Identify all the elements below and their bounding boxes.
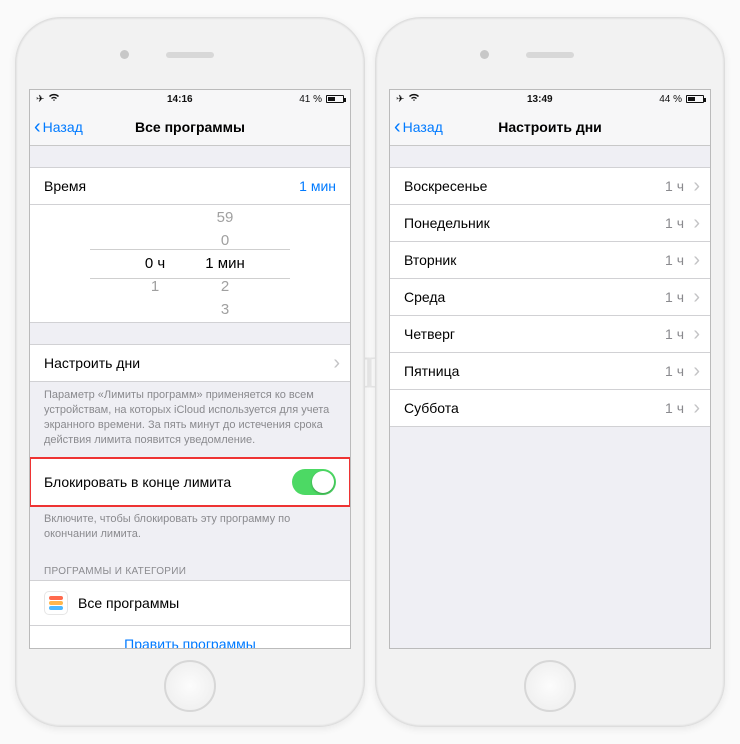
nav-bar: ‹ Назад Настроить дни: [390, 108, 710, 146]
time-picker[interactable]: 0 ч 1 59 0 1 мин 2 3: [30, 205, 350, 323]
day-value: 1 ч: [665, 178, 684, 194]
airplane-icon: ✈︎: [396, 94, 404, 105]
day-value: 1 ч: [665, 289, 684, 305]
nav-title: Все программы: [135, 119, 245, 135]
phone-camera: [120, 50, 129, 59]
nav-title: Настроить дни: [498, 119, 602, 135]
day-label: Вторник: [404, 252, 456, 268]
phone-left: ✈︎ 14:16 41 % ‹ Назад Все программы Врем…: [15, 17, 365, 727]
chevron-left-icon: ‹: [394, 120, 401, 134]
customize-days-label: Настроить дни: [44, 355, 140, 371]
phone-speaker: [526, 52, 574, 58]
phone-speaker: [166, 52, 214, 58]
all-programs-row[interactable]: Все программы: [30, 580, 350, 626]
edit-programs-label: Править программы: [124, 636, 256, 648]
day-value: 1 ч: [665, 215, 684, 231]
content[interactable]: Воскресенье 1 ч Понедельник 1 ч Вторник …: [390, 146, 710, 648]
screen-left: ✈︎ 14:16 41 % ‹ Назад Все программы Врем…: [30, 90, 350, 648]
day-value: 1 ч: [665, 363, 684, 379]
day-row-friday[interactable]: Пятница 1 ч: [390, 352, 710, 390]
day-label: Понедельник: [404, 215, 490, 231]
status-bar: ✈︎ 13:49 44 %: [390, 90, 710, 108]
battery-percent: 41 %: [299, 94, 322, 105]
wifi-icon: [408, 93, 420, 105]
all-programs-icon: [44, 591, 68, 615]
day-row-tuesday[interactable]: Вторник 1 ч: [390, 241, 710, 279]
battery-fill: [328, 97, 335, 101]
programs-section-header: ПРОГРАММЫ И КАТЕГОРИИ: [30, 554, 350, 581]
day-value: 1 ч: [665, 252, 684, 268]
battery-fill: [688, 97, 695, 101]
status-time: 14:16: [167, 94, 193, 105]
nav-bar: ‹ Назад Все программы: [30, 108, 350, 146]
edit-programs-button[interactable]: Править программы: [30, 625, 350, 648]
screen-right: ✈︎ 13:49 44 % ‹ Назад Настроить дни Воск…: [390, 90, 710, 648]
battery-icon: [326, 95, 344, 103]
day-label: Среда: [404, 289, 445, 305]
wifi-icon: [48, 93, 60, 105]
day-value: 1 ч: [665, 326, 684, 342]
day-label: Пятница: [404, 363, 459, 379]
block-at-limit-toggle[interactable]: [292, 469, 336, 495]
time-value: 1 мин: [299, 178, 336, 194]
day-row-wednesday[interactable]: Среда 1 ч: [390, 278, 710, 316]
day-row-saturday[interactable]: Суббота 1 ч: [390, 389, 710, 427]
day-row-thursday[interactable]: Четверг 1 ч: [390, 315, 710, 353]
block-at-limit-label: Блокировать в конце лимита: [44, 474, 231, 490]
day-label: Четверг: [404, 326, 455, 342]
customize-days-row[interactable]: Настроить дни: [30, 344, 350, 382]
back-button[interactable]: ‹ Назад: [394, 119, 443, 135]
content[interactable]: Время 1 мин 0 ч 1 59 0 1 мин 2 3: [30, 146, 350, 648]
toggle-knob: [312, 471, 334, 493]
back-button[interactable]: ‹ Назад: [34, 119, 83, 135]
day-row-sunday[interactable]: Воскресенье 1 ч: [390, 167, 710, 205]
phone-camera: [480, 50, 489, 59]
status-time: 13:49: [527, 94, 553, 105]
block-at-limit-row[interactable]: Блокировать в конце лимита: [30, 458, 350, 506]
airplane-icon: ✈︎: [36, 94, 44, 105]
battery-percent: 44 %: [659, 94, 682, 105]
day-row-monday[interactable]: Понедельник 1 ч: [390, 204, 710, 242]
chevron-left-icon: ‹: [34, 120, 41, 134]
all-programs-label: Все программы: [78, 595, 179, 611]
home-button[interactable]: [524, 660, 576, 712]
phone-right: ✈︎ 13:49 44 % ‹ Назад Настроить дни Воск…: [375, 17, 725, 727]
status-bar: ✈︎ 14:16 41 %: [30, 90, 350, 108]
battery-icon: [686, 95, 704, 103]
back-label: Назад: [403, 119, 443, 135]
back-label: Назад: [43, 119, 83, 135]
home-button[interactable]: [164, 660, 216, 712]
limits-footer: Параметр «Лимиты программ» применяется к…: [30, 382, 350, 459]
time-label: Время: [44, 178, 86, 194]
time-row[interactable]: Время 1 мин: [30, 167, 350, 205]
day-label: Суббота: [404, 400, 459, 416]
block-footer: Включите, чтобы блокировать эту программ…: [30, 506, 350, 554]
day-label: Воскресенье: [404, 178, 487, 194]
day-value: 1 ч: [665, 400, 684, 416]
